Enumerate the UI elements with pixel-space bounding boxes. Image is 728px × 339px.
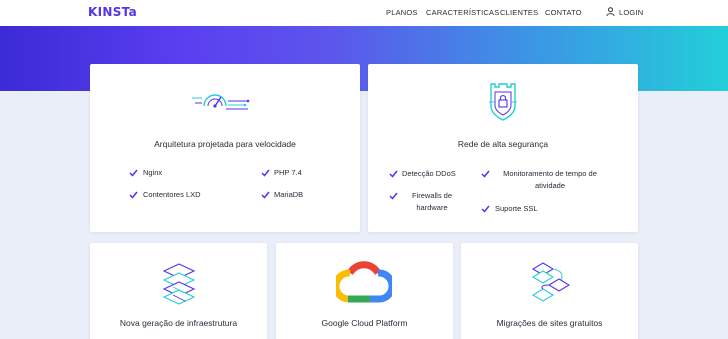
card-title: Google Cloud Platform <box>321 318 408 328</box>
nav-link-caracteristicas[interactable]: CARACTERÍSTICAS <box>426 8 499 17</box>
card-title: Migrações de sites gratuitos <box>496 318 603 328</box>
card-speed-architecture: Arquitetura projetada para velocidade Ng… <box>90 64 360 232</box>
check-icon <box>129 169 138 177</box>
feature-item: Monitoramento de tempo de atividade <box>503 169 597 190</box>
speedometer-icon <box>192 94 250 110</box>
nav-link-login[interactable]: LOGIN <box>619 8 643 17</box>
check-icon <box>481 170 490 178</box>
user-icon[interactable] <box>606 7 615 17</box>
card-free-site-migrations: Migrações de sites gratuitos <box>461 243 638 339</box>
check-icon <box>389 170 398 178</box>
migration-layers-icon <box>531 262 571 302</box>
check-icon <box>261 191 270 199</box>
stack-layers-icon <box>162 263 196 305</box>
feature-item: Firewalls de hardware <box>411 191 452 212</box>
check-icon <box>389 192 398 200</box>
card-next-gen-infrastructure: Nova geração de infraestrutura <box>90 243 267 339</box>
card-security-network: Rede de alta segurança Detecção DDoS Mon… <box>368 64 638 232</box>
top-navigation: KINSTa PLANOS CARACTERÍSTICAS CLIENTES C… <box>0 0 728 26</box>
nav-link-planos[interactable]: PLANOS <box>386 8 418 17</box>
check-icon <box>261 169 270 177</box>
card-google-cloud-platform: Google Cloud Platform <box>276 243 453 339</box>
feature-item: Contentores LXD <box>143 190 201 199</box>
google-cloud-logo <box>336 261 392 303</box>
feature-item: Detecção DDoS <box>402 169 456 178</box>
check-icon <box>129 191 138 199</box>
feature-item: Nginx <box>143 168 163 177</box>
feature-item: Suporte SSL <box>495 204 538 213</box>
card-title: Arquitetura projetada para velocidade <box>154 139 296 149</box>
nav-link-clientes[interactable]: CLIENTES <box>500 8 538 17</box>
check-icon <box>481 205 490 213</box>
feature-item: MariaDB <box>274 190 304 199</box>
card-title: Nova geração de infraestrutura <box>119 318 238 328</box>
nav-link-contato[interactable]: CONTATO <box>545 8 582 17</box>
shield-icon <box>489 83 517 121</box>
card-title: Rede de alta segurança <box>457 139 549 149</box>
feature-item: PHP 7.4 <box>274 168 302 177</box>
kinsta-logo[interactable]: KINSTa <box>88 5 137 19</box>
